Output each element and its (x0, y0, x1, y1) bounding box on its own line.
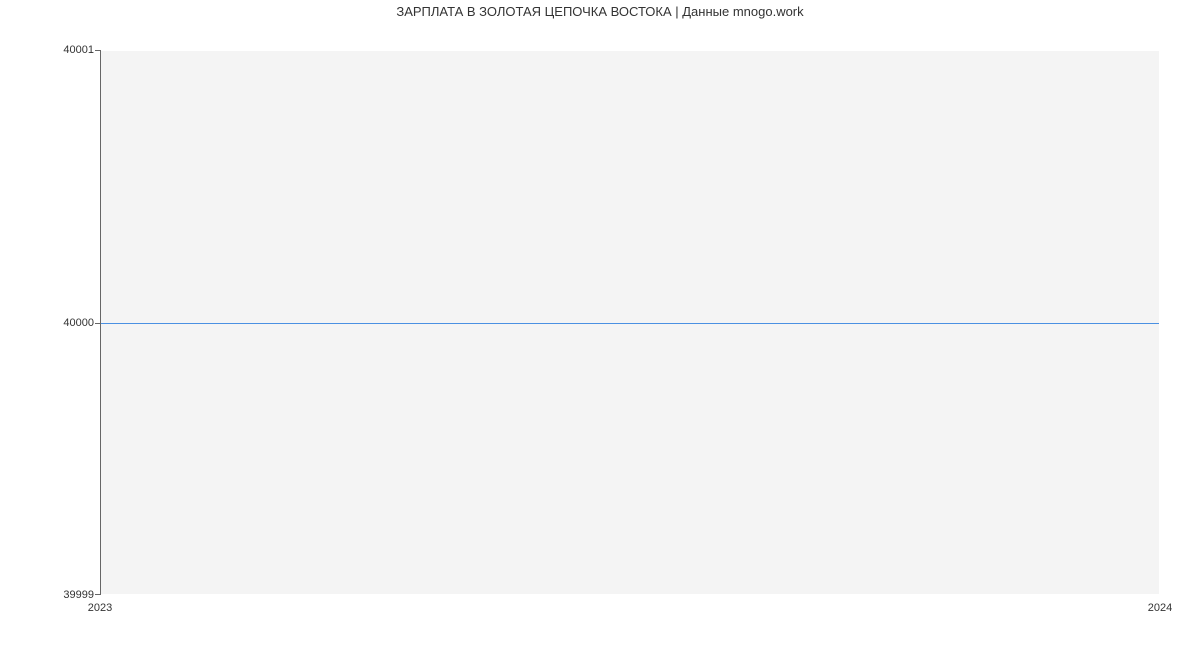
ytick-bottom (95, 594, 100, 595)
y-axis (100, 50, 101, 595)
ylabel-bottom: 39999 (63, 589, 94, 601)
ytick-mid (95, 323, 100, 324)
chart-title: ЗАРПЛАТА В ЗОЛОТАЯ ЦЕПОЧКА ВОСТОКА | Дан… (0, 4, 1200, 19)
ylabel-mid: 40000 (63, 317, 94, 329)
xlabel-left: 2023 (88, 602, 112, 614)
chart-container: ЗАРПЛАТА В ЗОЛОТАЯ ЦЕПОЧКА ВОСТОКА | Дан… (0, 0, 1200, 650)
ytick-top (95, 50, 100, 51)
data-line (100, 323, 1159, 324)
plot-area (100, 50, 1160, 595)
ylabel-top: 40001 (63, 44, 94, 56)
xlabel-right: 2024 (1148, 602, 1172, 614)
